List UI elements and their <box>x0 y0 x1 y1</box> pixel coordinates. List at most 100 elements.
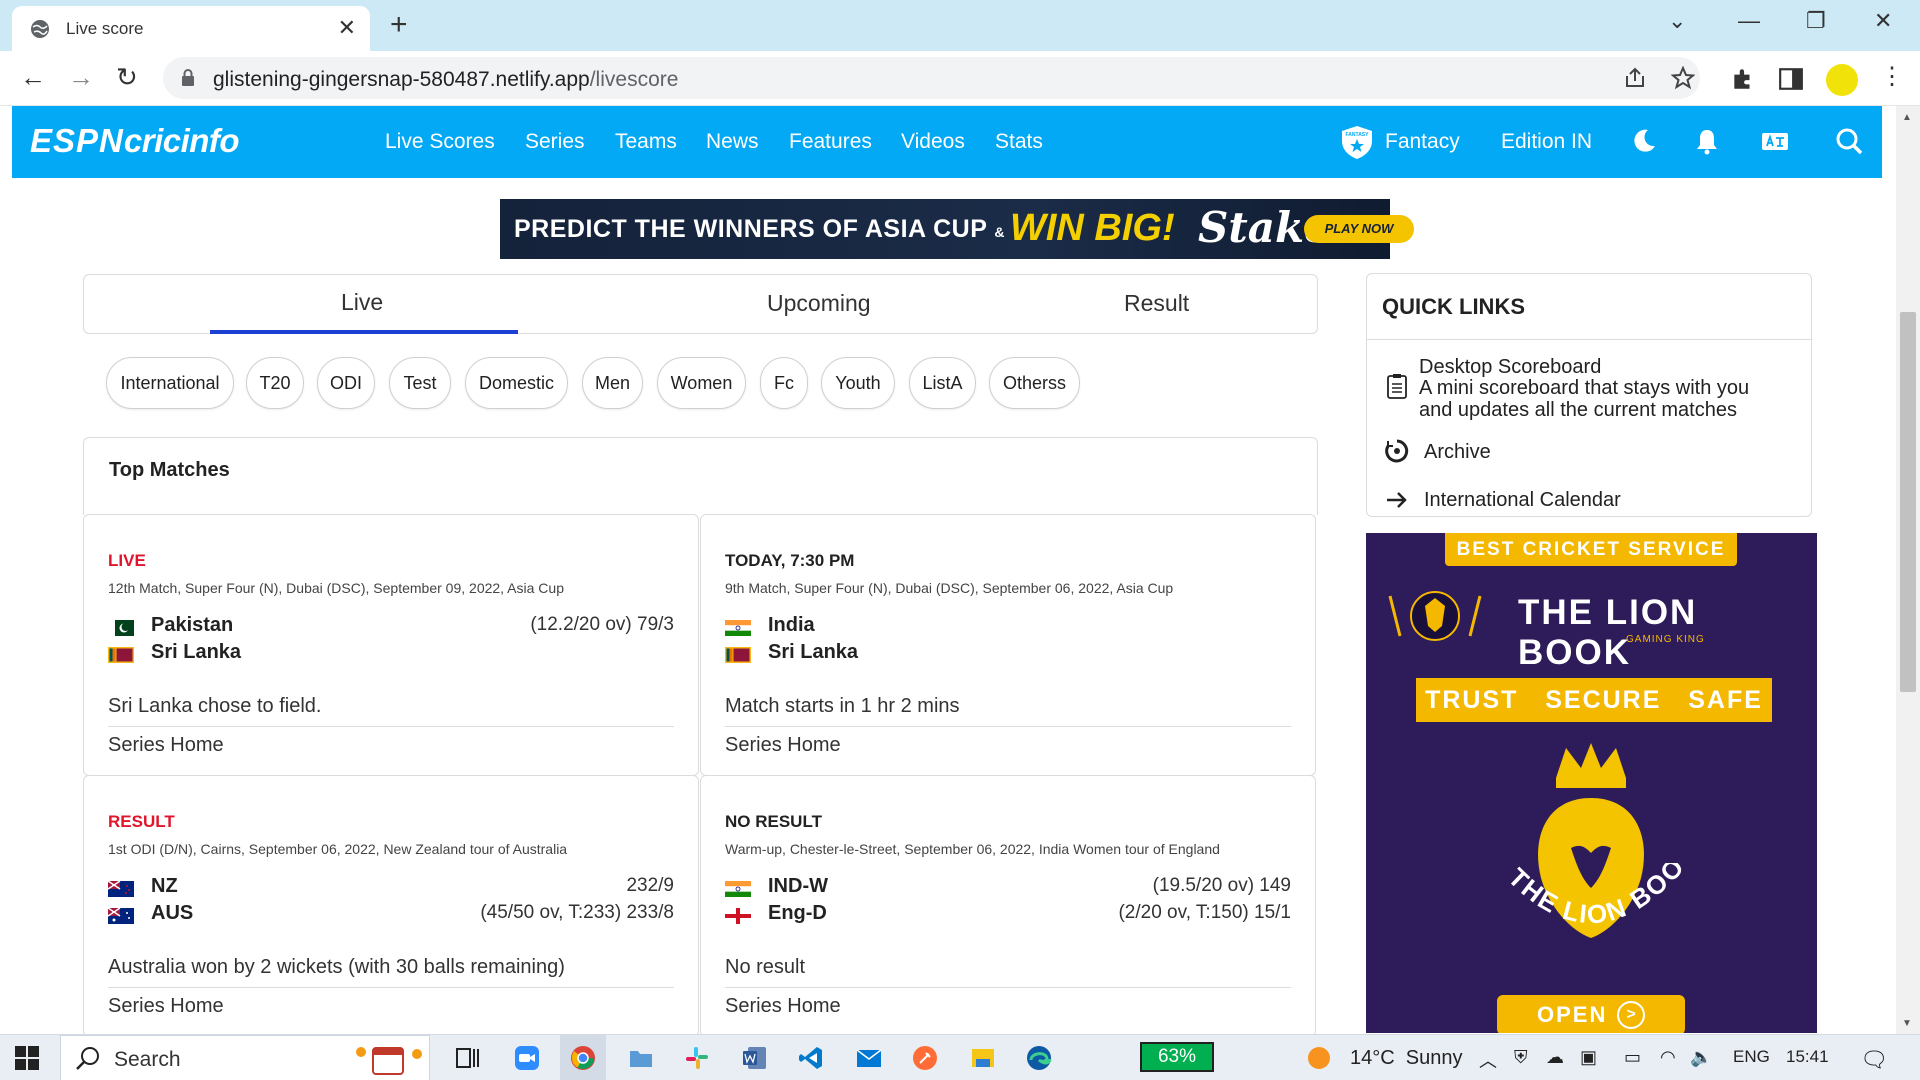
espncricinfo-logo[interactable]: ESPNcricinfo <box>30 122 240 160</box>
close-window-icon[interactable]: ✕ <box>1874 8 1892 34</box>
edition-selector[interactable]: Edition IN <box>1501 130 1592 154</box>
windows-start-icon[interactable] <box>14 1045 40 1071</box>
chip-fc[interactable]: Fc <box>760 357 808 409</box>
tray-chevron-up-icon[interactable]: ︿ <box>1479 1047 1497 1073</box>
match-card[interactable]: RESULT 1st ODI (D/N), Cairns, September … <box>83 775 699 1037</box>
match-summary: No result <box>725 956 806 978</box>
edge-app-icon[interactable] <box>1026 1045 1052 1071</box>
quick-link-international-calendar[interactable]: International Calendar <box>1424 489 1621 511</box>
tab-search-icon[interactable]: ⌄ <box>1668 8 1686 34</box>
wifi-icon[interactable]: ◠ <box>1660 1047 1676 1068</box>
series-home-link[interactable]: Series Home <box>725 995 841 1018</box>
play-now-button[interactable]: PLAY NOW <box>1304 215 1414 243</box>
search-icon[interactable] <box>1834 126 1864 156</box>
file-explorer-icon[interactable] <box>628 1045 654 1071</box>
banner-headline: PREDICT THE WINNERS OF ASIA CUP & <box>514 215 1006 243</box>
tab-result[interactable]: Result <box>1124 290 1189 317</box>
team-score: (19.5/20 ov) 149 <box>1152 875 1291 896</box>
language-indicator[interactable]: ENG <box>1733 1047 1770 1067</box>
browser-tab[interactable]: Live score ✕ <box>12 6 370 51</box>
match-card[interactable]: LIVE 12th Match, Super Four (N), Dubai (… <box>83 514 699 776</box>
back-icon[interactable]: ← <box>20 62 46 93</box>
minimize-icon[interactable]: — <box>1738 8 1760 34</box>
nav-news[interactable]: News <box>706 130 759 154</box>
dark-mode-moon-icon[interactable] <box>1629 126 1659 156</box>
notification-bell-icon[interactable] <box>1692 126 1722 156</box>
chip-youth[interactable]: Youth <box>821 357 895 409</box>
nav-stats[interactable]: Stats <box>995 130 1043 154</box>
side-panel-icon[interactable] <box>1778 66 1804 92</box>
series-home-link[interactable]: Series Home <box>725 734 841 757</box>
arrow-right-icon <box>1387 492 1407 508</box>
notifications-icon[interactable]: 🗨 <box>1860 1047 1888 1073</box>
security-shield-icon[interactable]: ⛨ <box>1514 1047 1528 1068</box>
nav-series[interactable]: Series <box>525 130 585 154</box>
extensions-icon[interactable] <box>1730 66 1756 92</box>
forward-icon[interactable]: → <box>68 62 94 93</box>
team-row: NZ 232/9 <box>108 875 674 901</box>
chip-women[interactable]: Women <box>657 357 746 409</box>
nav-teams[interactable]: Teams <box>615 130 677 154</box>
taskbar-search-box[interactable]: Search <box>60 1035 430 1080</box>
page-scrollbar[interactable]: ▲ ▼ <box>1896 106 1920 1034</box>
browser-menu-icon[interactable]: ⋮ <box>1880 62 1904 91</box>
share-icon[interactable] <box>1623 66 1647 90</box>
chip-test[interactable]: Test <box>389 357 451 409</box>
clock-time[interactable]: 15:41 <box>1786 1047 1829 1067</box>
language-translate-icon[interactable] <box>1760 126 1790 156</box>
nav-videos[interactable]: Videos <box>901 130 965 154</box>
sticky-folder-icon[interactable] <box>970 1045 996 1071</box>
chrome-app-icon[interactable] <box>570 1045 596 1071</box>
reload-icon[interactable]: ↻ <box>116 62 138 93</box>
mail-app-icon[interactable] <box>856 1045 882 1071</box>
nav-fantasy[interactable]: Fantacy <box>1385 130 1460 154</box>
asia-cup-banner-ad[interactable]: PREDICT THE WINNERS OF ASIA CUP & WIN BI… <box>500 199 1414 259</box>
series-home-link[interactable]: Series Home <box>108 734 224 757</box>
weather-text[interactable]: 14°C Sunny <box>1350 1047 1463 1070</box>
battery-percentage[interactable]: 63% <box>1140 1042 1214 1072</box>
chip-lista[interactable]: ListA <box>909 357 976 409</box>
lion-book-ad[interactable]: BEST CRICKET SERVICE THE LION BOOK GAMIN… <box>1366 533 1817 1033</box>
chip-domestic[interactable]: Domestic <box>465 357 568 409</box>
zoom-app-icon[interactable] <box>514 1045 540 1071</box>
address-bar[interactable]: glistening-gingersnap-580487.netlify.app… <box>163 57 1700 99</box>
display-icon[interactable]: ▣ <box>1580 1047 1597 1068</box>
task-view-icon[interactable] <box>455 1045 481 1071</box>
team-score: (45/50 ov, T:233) 233/8 <box>480 902 674 923</box>
restore-icon[interactable]: ❐ <box>1806 8 1826 34</box>
ad-emblem-text: THE LION BOOK <box>1486 863 1689 930</box>
tab-upcoming[interactable]: Upcoming <box>767 290 871 317</box>
close-tab-icon[interactable]: ✕ <box>338 15 356 41</box>
active-tab-indicator <box>210 330 518 334</box>
quick-link-archive[interactable]: Archive <box>1424 441 1491 463</box>
nav-live-scores[interactable]: Live Scores <box>385 130 495 154</box>
new-tab-button[interactable]: + <box>390 8 408 42</box>
scroll-up-icon[interactable]: ▲ <box>1902 112 1912 123</box>
postman-app-icon[interactable] <box>912 1045 938 1071</box>
ad-tagline: TRUST SECURE SAFE <box>1416 678 1772 722</box>
team-row: India <box>725 614 1291 640</box>
weather-sun-icon <box>1308 1047 1330 1069</box>
scroll-down-icon[interactable]: ▼ <box>1902 1018 1912 1029</box>
vscode-app-icon[interactable] <box>798 1045 824 1071</box>
chip-men[interactable]: Men <box>582 357 643 409</box>
chip-t20[interactable]: T20 <box>246 357 304 409</box>
match-card[interactable]: TODAY, 7:30 PM 9th Match, Super Four (N)… <box>700 514 1316 776</box>
onedrive-cloud-icon[interactable]: ☁ <box>1546 1047 1564 1068</box>
ad-open-button[interactable]: OPEN > <box>1497 995 1685 1033</box>
scrollbar-thumb[interactable] <box>1900 312 1916 692</box>
word-app-icon[interactable] <box>742 1045 768 1071</box>
profile-avatar[interactable] <box>1826 64 1858 96</box>
slack-app-icon[interactable] <box>684 1045 710 1071</box>
tab-live[interactable]: Live <box>341 289 383 316</box>
bookmark-star-icon[interactable] <box>1671 66 1695 90</box>
chip-international[interactable]: International <box>106 357 234 409</box>
chip-odi[interactable]: ODI <box>317 357 375 409</box>
battery-icon[interactable]: ▭ <box>1624 1047 1641 1068</box>
team-name: India <box>768 614 815 636</box>
nav-features[interactable]: Features <box>789 130 872 154</box>
volume-icon[interactable]: 🔈 <box>1690 1047 1712 1068</box>
series-home-link[interactable]: Series Home <box>108 995 224 1018</box>
match-card[interactable]: NO RESULT Warm-up, Chester-le-Street, Se… <box>700 775 1316 1037</box>
chip-others[interactable]: Otherss <box>989 357 1080 409</box>
